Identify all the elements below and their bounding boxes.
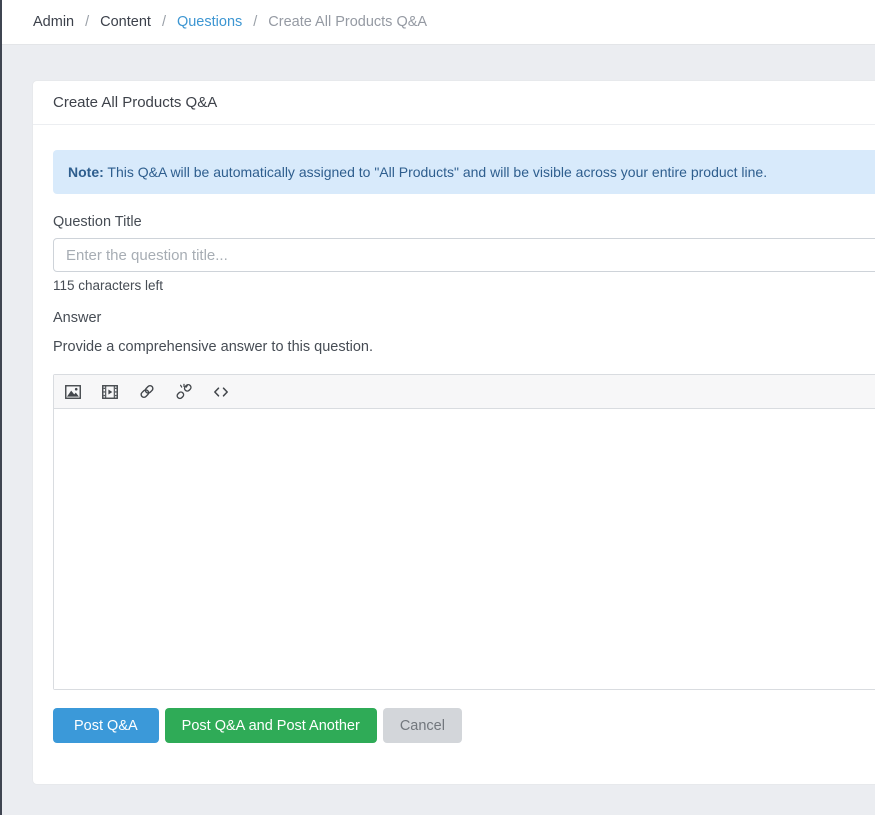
- answer-help-text: Provide a comprehensive answer to this q…: [53, 339, 875, 355]
- editor-toolbar: [54, 375, 875, 409]
- breadcrumb-separator: /: [85, 14, 89, 30]
- post-qa-button[interactable]: Post Q&A: [53, 708, 159, 743]
- note-text: This Q&A will be automatically assigned …: [104, 164, 767, 180]
- breadcrumb-separator: /: [253, 14, 257, 30]
- create-qa-card: Create All Products Q&A Note: This Q&A w…: [32, 80, 875, 785]
- breadcrumb-current-page: Create All Products Q&A: [268, 14, 427, 30]
- post-qa-and-post-another-button[interactable]: Post Q&A and Post Another: [165, 708, 377, 743]
- breadcrumb-content[interactable]: Content: [100, 14, 151, 30]
- characters-left-counter: 115 characters left: [53, 278, 875, 293]
- cancel-button[interactable]: Cancel: [383, 708, 462, 743]
- insert-video-icon[interactable]: [102, 384, 118, 400]
- left-edge-strip: [0, 0, 2, 815]
- insert-image-icon[interactable]: [65, 384, 81, 400]
- note-alert: Note: This Q&A will be automatically ass…: [53, 150, 875, 194]
- answer-editor-area[interactable]: [54, 409, 875, 689]
- unlink-icon[interactable]: [176, 384, 192, 400]
- breadcrumb-admin[interactable]: Admin: [33, 14, 74, 30]
- breadcrumb-separator: /: [162, 14, 166, 30]
- rich-text-editor: [53, 374, 875, 690]
- note-label: Note:: [68, 164, 104, 180]
- code-view-icon[interactable]: [213, 384, 229, 400]
- card-body: Note: This Q&A will be automatically ass…: [33, 125, 875, 778]
- question-title-label: Question Title: [53, 214, 875, 230]
- card-title: Create All Products Q&A: [33, 81, 875, 125]
- breadcrumb-questions[interactable]: Questions: [177, 14, 242, 30]
- breadcrumb: Admin / Content / Questions / Create All…: [0, 0, 875, 45]
- page-content: Create All Products Q&A Note: This Q&A w…: [0, 45, 875, 785]
- question-title-input[interactable]: [53, 238, 875, 272]
- link-icon[interactable]: [139, 384, 155, 400]
- answer-label: Answer: [53, 310, 875, 326]
- form-actions: Post Q&A Post Q&A and Post Another Cance…: [53, 708, 875, 778]
